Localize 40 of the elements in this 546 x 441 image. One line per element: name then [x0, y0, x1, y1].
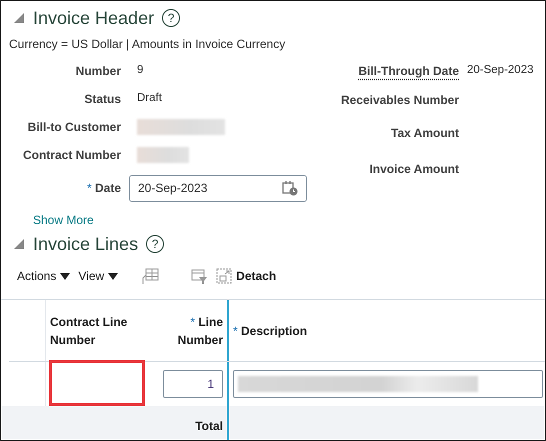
table-icon	[142, 268, 160, 286]
caret-icon	[60, 272, 70, 280]
collapse-icon[interactable]	[13, 238, 25, 250]
filter-button[interactable]	[191, 267, 208, 285]
description-field[interactable]	[233, 370, 543, 398]
field-label: * Date	[86, 180, 121, 197]
field-value: 9	[137, 63, 144, 78]
section-title: Invoice Lines	[33, 235, 138, 253]
menu-button[interactable]: View	[78, 267, 118, 285]
line-number-field[interactable]: 1	[163, 370, 223, 398]
calendar-icon[interactable]	[282, 180, 298, 196]
field-value: 20-Sep-2023	[467, 63, 534, 78]
field-label: Receivables Number	[340, 92, 459, 109]
detach-icon	[216, 268, 232, 284]
total-label: Total	[195, 418, 223, 435]
field-label: Invoice Amount	[368, 161, 459, 178]
field-label: Tax Amount	[390, 125, 459, 142]
field-label: Number	[74, 63, 121, 80]
help-icon[interactable]: ?	[162, 9, 180, 27]
field-label: Bill-Through Date	[357, 63, 459, 80]
freeze-button[interactable]	[142, 266, 160, 286]
caret-icon	[108, 272, 118, 280]
menu-button[interactable]: Actions	[17, 267, 70, 285]
field-value: Draft	[137, 91, 162, 106]
redacted-value	[137, 147, 189, 163]
detach-button[interactable]: Detach	[216, 267, 276, 285]
table-cell[interactable]	[49, 360, 145, 406]
show-more-link[interactable]: Show More	[33, 211, 94, 229]
date-field[interactable]: 20-Sep-2023	[129, 174, 307, 202]
currency-note: Currency = US Dollar | Amounts in Invoice Currency	[9, 36, 286, 53]
field-label: Bill-to Customer	[26, 119, 121, 136]
field-label: Contract Number	[22, 147, 121, 164]
column-header: * Description	[233, 322, 308, 340]
field-label: Status	[83, 91, 121, 108]
column-header: * Line Number	[176, 314, 223, 348]
collapse-icon[interactable]	[13, 12, 25, 24]
section-title: Invoice Header	[33, 9, 154, 27]
filter-icon	[191, 268, 208, 285]
help-icon[interactable]: ?	[146, 235, 164, 253]
column-header: Contract Line Number	[50, 314, 128, 348]
